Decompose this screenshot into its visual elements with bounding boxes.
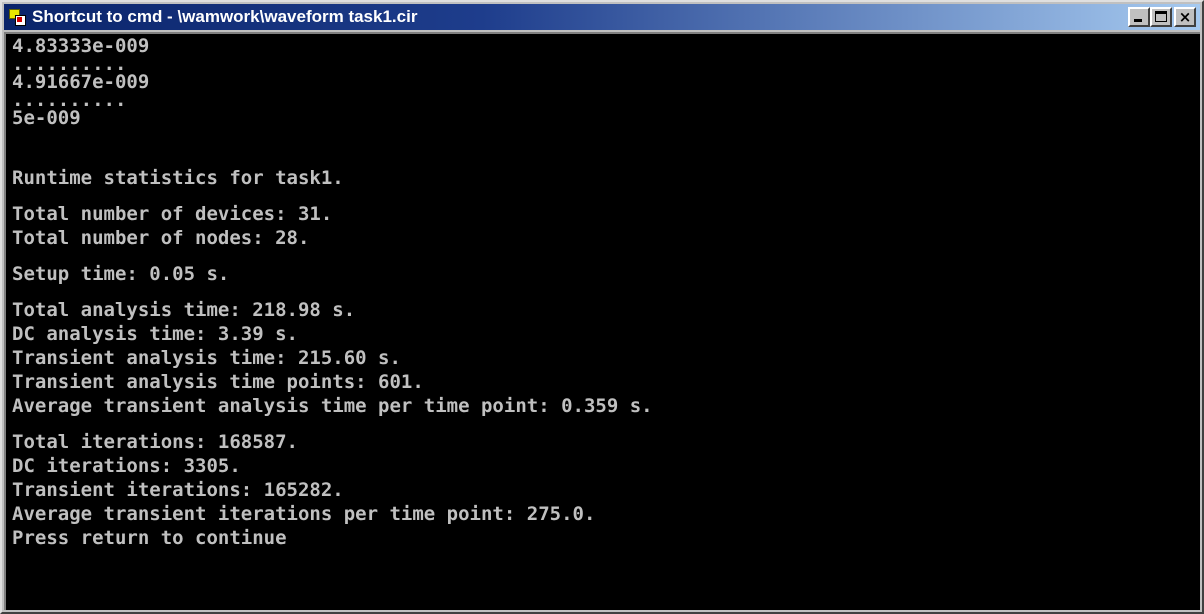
window-title: Shortcut to cmd - \wamwork\waveform task… bbox=[32, 7, 418, 26]
console-line: Transient iterations: 165282. bbox=[12, 479, 344, 501]
minimize-icon bbox=[1134, 19, 1142, 22]
window-controls: × bbox=[1128, 7, 1196, 27]
console-line: Average transient analysis time per time… bbox=[12, 395, 653, 417]
console-line: DC iterations: 3305. bbox=[12, 455, 241, 477]
title-bar[interactable]: Shortcut to cmd - \wamwork\waveform task… bbox=[4, 4, 1200, 30]
console-line: Transient analysis time: 215.60 s. bbox=[12, 347, 401, 369]
console-line: Setup time: 0.05 s. bbox=[12, 263, 230, 285]
console-line: Total analysis time: 218.98 s. bbox=[12, 299, 356, 321]
maximize-button[interactable] bbox=[1150, 7, 1172, 27]
console-lines: 4.83333e-009 .......... 4.91667e-009 ...… bbox=[6, 34, 1200, 550]
console-line: Total number of nodes: 28. bbox=[12, 227, 310, 249]
console-output[interactable]: 4.83333e-009 .......... 4.91667e-009 ...… bbox=[4, 32, 1200, 610]
console-line: Total iterations: 168587. bbox=[12, 431, 298, 453]
console-line: 4.83333e-009 bbox=[12, 35, 150, 57]
maximize-icon bbox=[1155, 11, 1167, 22]
console-line: .......... bbox=[12, 89, 127, 111]
console-line: Runtime statistics for task1. bbox=[12, 167, 344, 189]
close-icon: × bbox=[1178, 8, 1192, 26]
console-line: Transient analysis time points: 601. bbox=[12, 371, 424, 393]
console-window: Shortcut to cmd - \wamwork\waveform task… bbox=[0, 0, 1204, 614]
minimize-button[interactable] bbox=[1128, 7, 1150, 27]
close-button[interactable]: × bbox=[1174, 7, 1196, 27]
ms-dos-icon[interactable] bbox=[8, 8, 26, 26]
console-line: Total number of devices: 31. bbox=[12, 203, 333, 225]
console-line: Average transient iterations per time po… bbox=[12, 503, 596, 525]
console-line: 5e-009 bbox=[12, 107, 81, 129]
console-line: Press return to continue bbox=[12, 527, 287, 549]
console-line: 4.91667e-009 bbox=[12, 71, 150, 93]
console-line: .......... bbox=[12, 53, 127, 75]
console-line: DC analysis time: 3.39 s. bbox=[12, 323, 298, 345]
